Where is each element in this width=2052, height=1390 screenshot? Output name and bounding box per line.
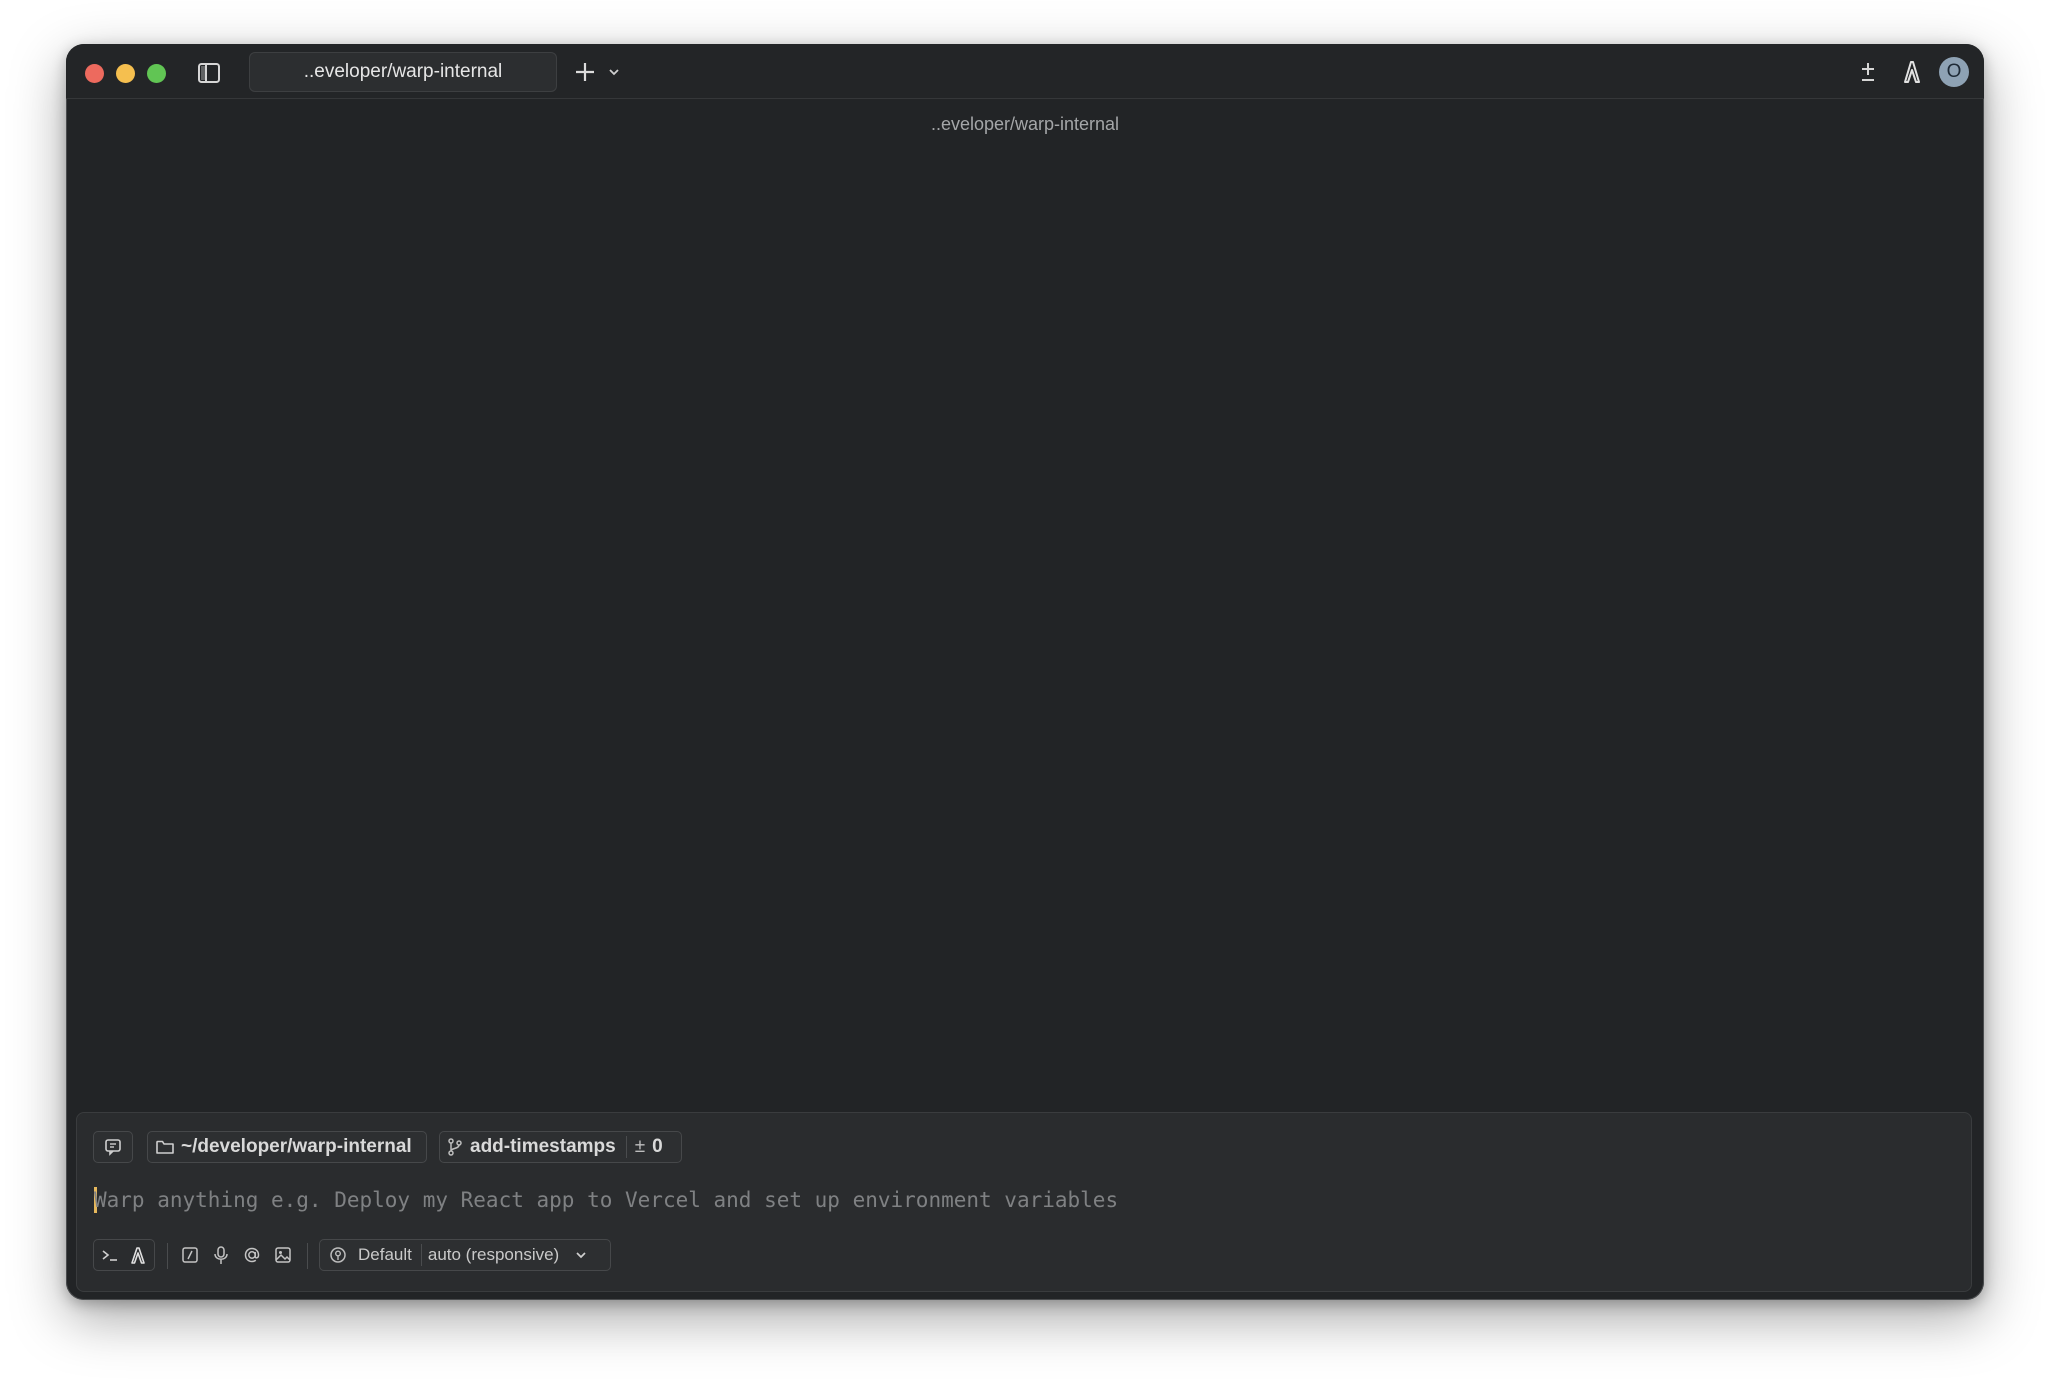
tab-active[interactable]: ..eveloper/warp-internal (249, 52, 557, 92)
profile-model-selector[interactable]: Default auto (responsive) (319, 1239, 611, 1271)
avatar[interactable]: O (1939, 57, 1969, 87)
mode-toggle (93, 1239, 155, 1271)
maximize-window-button[interactable] (147, 64, 166, 83)
input-placeholder: Warp anything e.g. Deploy my React app t… (94, 1188, 1119, 1212)
model-label: auto (responsive) (427, 1245, 560, 1264)
toolbar-divider (307, 1243, 308, 1269)
tab-title: ..eveloper/warp-internal (303, 61, 503, 82)
warp-agent-icon[interactable] (1898, 58, 1926, 86)
title-bar: ..eveloper/warp-internal O (66, 44, 1984, 99)
chevron-down-icon (573, 1247, 589, 1263)
agent-input-field[interactable]: Warp anything e.g. Deploy my React app t… (94, 1185, 1118, 1215)
plus-minus-icon[interactable] (1854, 58, 1882, 86)
plus-icon[interactable] (572, 58, 598, 86)
folder-icon (155, 1138, 175, 1156)
image-icon[interactable] (272, 1244, 294, 1266)
app-window: ..eveloper/warp-internal O ..eveloper/wa… (66, 44, 1984, 1300)
avatar-initial: O (1946, 61, 1962, 82)
diff-separator (625, 1136, 627, 1158)
minimize-window-button[interactable] (116, 64, 135, 83)
diff-count: 0 (652, 1136, 663, 1157)
sidebar-toggle-icon[interactable] (196, 61, 222, 85)
slash-command-icon[interactable] (179, 1244, 201, 1266)
branch-label: add-timestamps (470, 1136, 616, 1157)
profile-icon (328, 1245, 348, 1265)
profile-label: Default (358, 1245, 412, 1264)
directory-chip[interactable]: ~/developer/warp-internal (147, 1131, 427, 1163)
close-window-button[interactable] (85, 64, 104, 83)
pane-title: ..eveloper/warp-internal (930, 114, 1120, 134)
microphone-icon[interactable] (210, 1244, 232, 1266)
chevron-down-icon[interactable] (606, 64, 622, 80)
git-branch-chip[interactable]: add-timestamps ± 0 (439, 1131, 682, 1163)
selector-divider (420, 1244, 422, 1266)
diff-symbol: ± (634, 1136, 646, 1157)
terminal-icon[interactable] (100, 1245, 120, 1265)
toolbar-divider (167, 1243, 168, 1269)
git-branch-icon (446, 1137, 464, 1157)
directory-label: ~/developer/warp-internal (181, 1136, 412, 1157)
warp-agent-icon[interactable] (128, 1245, 148, 1265)
agent-input-panel: ~/developer/warp-internal add-timestamps… (76, 1112, 1972, 1292)
chat-icon[interactable] (93, 1131, 133, 1163)
at-sign-icon[interactable] (241, 1244, 263, 1266)
